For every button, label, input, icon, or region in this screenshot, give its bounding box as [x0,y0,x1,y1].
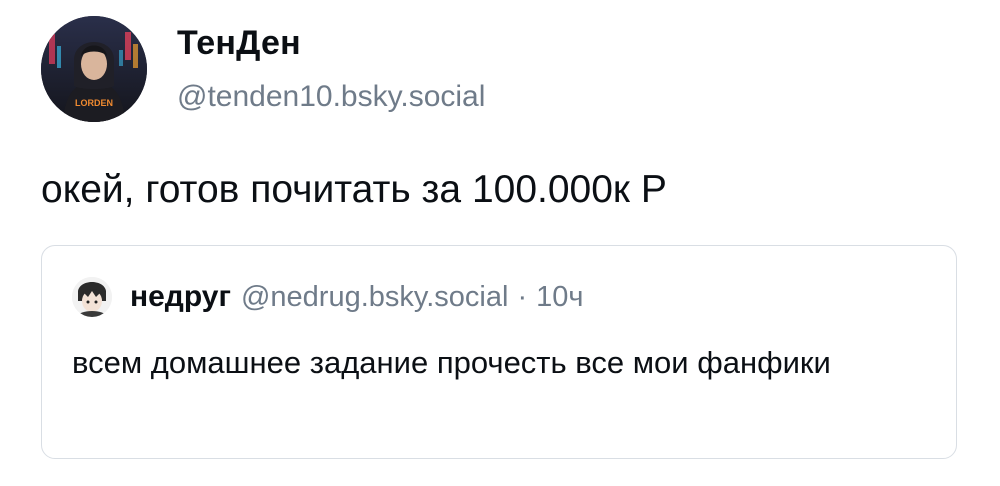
quote-timestamp[interactable]: 10ч [536,281,583,314]
author-handle[interactable]: @tenden10.bsky.social [177,80,485,114]
anime-character-avatar-icon [72,277,112,317]
quote-post-card[interactable]: недруг @nedrug.bsky.social · 10ч всем до… [41,245,957,459]
quote-header: недруг @nedrug.bsky.social · 10ч [72,276,584,318]
quote-author-avatar[interactable] [72,277,112,317]
quote-author-handle[interactable]: @nedrug.bsky.social [241,281,508,314]
quote-author-display-name[interactable]: недруг [130,280,231,314]
post: LORDEN ТенДен @tenden10.bsky.social окей… [0,0,1000,486]
author-display-name[interactable]: ТенДен [177,24,301,63]
author-avatar[interactable]: LORDEN [41,16,147,122]
quote-separator: · [517,280,528,313]
post-text: окей, готов почитать за 100.000к Р [41,168,667,211]
quote-text: всем домашнее задание прочесть все мои ф… [72,345,831,380]
hooded-figure-avatar-icon: LORDEN [41,16,147,122]
avatar-shirt-text: LORDEN [75,98,113,108]
